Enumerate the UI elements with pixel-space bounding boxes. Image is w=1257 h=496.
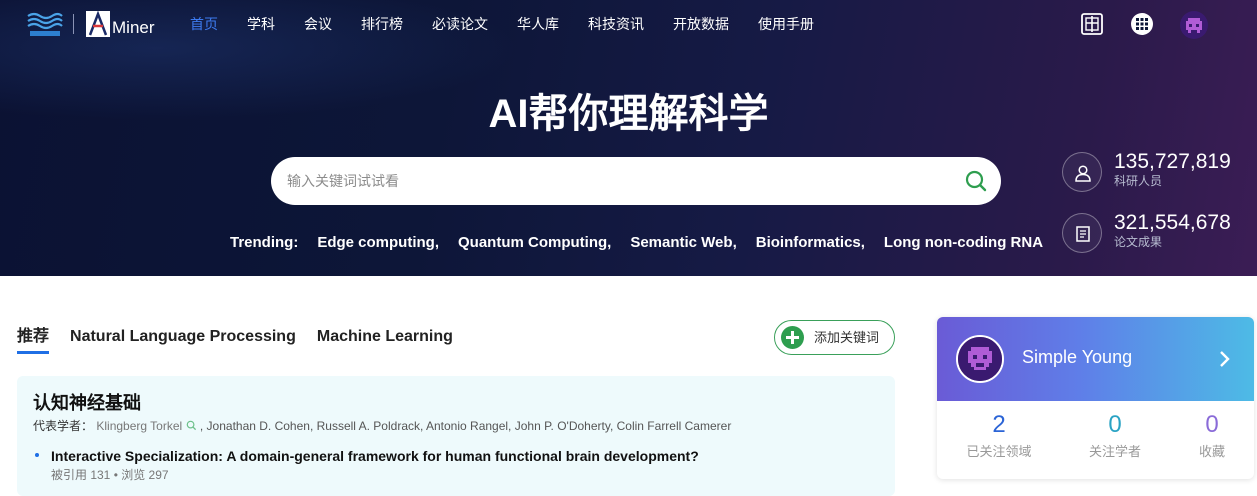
followed-scholars-stat[interactable]: 0 关注学者: [1062, 411, 1168, 460]
trending-bar: Trending: Edge computing, Quantum Comput…: [230, 233, 1043, 253]
nav-item-home[interactable]: 首页: [190, 14, 218, 34]
nav-item-rankings[interactable]: 排行榜: [361, 14, 403, 34]
logo-text: Miner: [112, 18, 155, 37]
trending-keyword[interactable]: Quantum Computing,: [458, 233, 611, 253]
stat-papers: 321,554,678 论文成果: [1062, 211, 1252, 257]
followed-fields-count: 2: [992, 411, 1006, 438]
user-profile-card: Simple Young 2 已关注领域 0 关注学者 0 收藏: [937, 317, 1254, 479]
plus-icon: [781, 326, 804, 349]
pixel-avatar-icon: [958, 337, 1002, 381]
feed-tabs: 推荐 Natural Language Processing Machine L…: [17, 326, 474, 354]
trending-label: Trending:: [230, 234, 299, 251]
nav-item-must-read-papers[interactable]: 必读论文: [432, 14, 488, 34]
trending-keyword[interactable]: Edge computing,: [317, 233, 439, 253]
tab-nlp[interactable]: Natural Language Processing: [70, 326, 296, 348]
scholar-link[interactable]: Klingberg Torkel: [96, 419, 182, 433]
paper-title[interactable]: Interactive Specialization: A domain-gen…: [51, 448, 699, 464]
topic-title[interactable]: 认知神经基础: [33, 391, 141, 415]
followed-fields-label: 已关注领域: [966, 444, 1032, 459]
followed-fields-stat[interactable]: 2 已关注领域: [946, 411, 1052, 460]
researchers-label: 科研人员: [1114, 174, 1163, 188]
paper-icon: [1076, 226, 1090, 242]
user-name[interactable]: Simple Young: [1022, 346, 1132, 368]
apps-grid-icon[interactable]: [1130, 12, 1154, 36]
followed-scholars-count: 0: [1108, 411, 1122, 438]
language-switch-icon[interactable]: [1080, 12, 1104, 36]
person-circle: [1062, 152, 1102, 192]
papers-label: 论文成果: [1114, 235, 1163, 249]
person-icon: [1075, 165, 1091, 182]
bullet-dot: [35, 453, 39, 458]
followed-scholars-label: 关注学者: [1088, 444, 1141, 459]
search-box: [271, 157, 1001, 205]
main-nav: 首页 学科 会议 排行榜 必读论文 华人库 科技资讯 开放数据 使用手册: [190, 14, 843, 34]
top-navigation: Miner 首页 学科 会议 排行榜 必读论文 华人库 科技资讯 开放数据 使用…: [0, 0, 1257, 48]
paper-circle: [1062, 213, 1102, 253]
keg-logo-icon: [27, 12, 63, 36]
search-small-icon[interactable]: [186, 420, 197, 431]
add-keyword-button[interactable]: 添加关键词: [774, 320, 895, 355]
other-scholars[interactable]: , Jonathan D. Cohen, Russell A. Poldrack…: [200, 419, 731, 433]
papers-count: 321,554,678: [1114, 211, 1231, 234]
scholars-label: 代表学者：: [33, 419, 94, 433]
trending-keyword[interactable]: Semantic Web,: [630, 233, 736, 253]
tab-recommended[interactable]: 推荐: [17, 326, 50, 354]
topic-card: 认知神经基础 代表学者： Klingberg Torkel , Jonathan…: [17, 376, 895, 496]
add-keyword-label: 添加关键词: [814, 330, 880, 345]
trending-keyword[interactable]: Bioinformatics,: [756, 233, 865, 253]
nav-item-conferences[interactable]: 会议: [304, 14, 332, 34]
nav-item-open-data[interactable]: 开放数据: [673, 14, 729, 34]
favorites-stat[interactable]: 0 收藏: [1159, 411, 1254, 460]
tab-machine-learning[interactable]: Machine Learning: [317, 326, 453, 348]
paper-item[interactable]: Interactive Specialization: A domain-gen…: [35, 447, 699, 465]
stat-researchers: 135,727,819 科研人员: [1062, 150, 1252, 196]
hero-banner: Miner 首页 学科 会议 排行榜 必读论文 华人库 科技资讯 开放数据 使用…: [0, 0, 1257, 276]
nav-item-tech-news[interactable]: 科技资讯: [588, 14, 644, 34]
nav-item-chinese-scholars[interactable]: 华人库: [517, 14, 559, 34]
aminer-logo[interactable]: Miner: [26, 9, 155, 39]
representative-scholars: 代表学者： Klingberg Torkel , Jonathan D. Coh…: [33, 418, 731, 434]
favorites-count: 0: [1205, 411, 1219, 438]
hero-title: AI帮你理解科学: [488, 92, 769, 136]
paper-meta: 被引用 131 • 浏览 297: [51, 468, 169, 482]
trending-keyword[interactable]: Long non-coding RNA: [884, 233, 1043, 253]
user-avatar-icon[interactable]: [1179, 10, 1209, 40]
avatar[interactable]: [956, 335, 1004, 383]
search-icon[interactable]: [964, 169, 988, 193]
nav-item-manual[interactable]: 使用手册: [758, 14, 814, 34]
user-card-header[interactable]: Simple Young: [937, 317, 1254, 401]
researchers-count: 135,727,819: [1114, 150, 1231, 173]
aminer-a-icon: [86, 11, 110, 37]
logo-divider: [73, 14, 74, 34]
search-input[interactable]: [287, 169, 927, 193]
chevron-right-icon[interactable]: [1218, 349, 1232, 369]
favorites-label: 收藏: [1198, 444, 1225, 459]
nav-item-disciplines[interactable]: 学科: [247, 14, 275, 34]
